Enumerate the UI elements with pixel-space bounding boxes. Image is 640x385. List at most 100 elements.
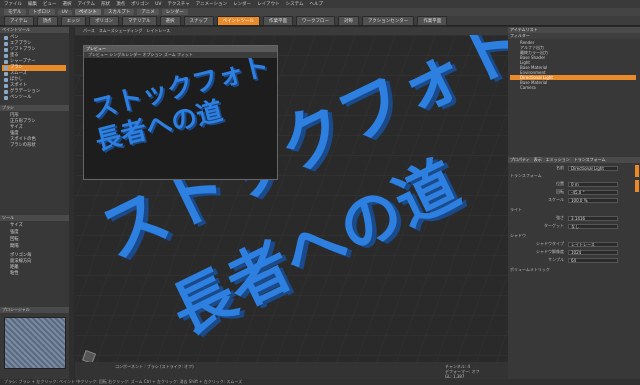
rotation-field[interactable]: -45.0 ° xyxy=(568,189,618,195)
prop-row: 名前 Directional Light xyxy=(510,165,636,171)
toolbar-button[interactable]: ワークフロー xyxy=(296,15,336,26)
viewport-mode[interactable]: レイトレース xyxy=(146,28,170,34)
tab-uv[interactable]: UV xyxy=(57,9,72,15)
vertical-tab-strip xyxy=(69,27,74,379)
menu-item[interactable]: ビュー xyxy=(43,1,57,7)
toolbar-button-active[interactable]: ペイントツール xyxy=(216,15,261,26)
preset-header[interactable]: プロシージャル xyxy=(0,307,69,313)
brush-icon xyxy=(4,78,8,82)
toolbar-button[interactable]: アクションセンター xyxy=(362,15,415,26)
tab-animate[interactable]: アニメ xyxy=(137,9,159,15)
menu-item[interactable]: ポリゴン xyxy=(131,1,149,7)
layout-tabs: モデル トポロジ UV ペイント スカルプト アニメ レンダー xyxy=(0,8,640,16)
menu-item[interactable]: テクスチャ xyxy=(167,1,189,7)
section-label: ボリュームメトリック xyxy=(510,267,550,272)
toolbar-button[interactable]: スナップ xyxy=(183,15,214,26)
menu-item[interactable]: 形状 xyxy=(101,1,110,7)
brush-icon xyxy=(4,36,8,40)
tab-display[interactable]: 表示 xyxy=(534,157,542,163)
help-bar: ブラシ: ブラシ + 左クリック: ペイント 中クリック: 回転 右クリック: … xyxy=(0,379,640,385)
prop-row: 回転 -45.0 ° xyxy=(510,189,636,195)
menu-item[interactable]: レイアウト xyxy=(257,1,280,7)
left-panel-tab[interactable]: ペイントツール xyxy=(0,27,69,33)
tool-item[interactable]: ペンツール xyxy=(2,95,66,101)
menu-item[interactable]: UV xyxy=(155,2,161,7)
side-tab[interactable] xyxy=(635,180,639,192)
checkbox[interactable]: 粘性 xyxy=(2,271,66,277)
prop-row: シャドウ解像度 1024 xyxy=(510,249,636,255)
tab-model[interactable]: モデル xyxy=(4,9,26,15)
brush-icon xyxy=(4,48,8,52)
section-label: シャドウ xyxy=(510,233,526,238)
target-field[interactable]: なし xyxy=(568,223,618,229)
left-toolbox: ペイントツール ペン エアブラシ ソフトブラシ 塗る シャープナー ブラシ スム… xyxy=(0,27,69,379)
menu-item[interactable]: ファイル xyxy=(4,1,22,7)
side-tab[interactable] xyxy=(635,165,639,177)
menu-item[interactable]: システム xyxy=(286,1,304,7)
prop-label: 間隔 xyxy=(10,244,19,249)
right-panel: アイテムリスト フィルター Render アルファ出力 最終カラー出力 Base… xyxy=(508,27,640,379)
brush-icon xyxy=(4,72,8,76)
menu-item[interactable]: 選択 xyxy=(63,1,72,7)
menu-bar: ファイル 編集 ビュー 選択 アイテム 形状 頂点 ポリゴン UV テクスチャ … xyxy=(0,0,640,8)
section-label: トランスフォーム xyxy=(510,173,542,178)
toolbar-button[interactable]: エッジ xyxy=(60,15,87,26)
toolbar-button[interactable]: 頂点 xyxy=(36,15,58,26)
viewport-mode[interactable]: パース xyxy=(83,28,95,34)
viewport-header: パース スムーズシェーディング レイトレース xyxy=(75,27,508,35)
menu-item[interactable]: アイテム xyxy=(78,1,96,7)
prop-label: 強度 xyxy=(10,230,19,235)
intensity-field[interactable]: 3.1416 xyxy=(568,215,618,221)
prop-row: 強さ 3.1416 xyxy=(510,215,636,221)
brush-icon xyxy=(4,42,8,46)
position-field[interactable]: 0 m xyxy=(568,181,618,187)
section-header[interactable]: ツール xyxy=(0,215,69,221)
tab-render[interactable]: レンダー xyxy=(161,9,188,15)
samples-field[interactable]: 64 xyxy=(568,257,618,263)
toolbar: アイテム 頂点 エッジ ポリゴン マテリアル 選択 スナップ ペイントツール 作… xyxy=(0,15,640,26)
brush-icon xyxy=(4,84,8,88)
toolbar-button[interactable]: 作業平面 xyxy=(417,15,448,26)
toolbar-button[interactable]: アイテム xyxy=(4,15,34,26)
preview-render: ストックフォト ストックフォト 長者への道 長者への道 xyxy=(84,58,277,177)
menu-item[interactable]: ヘルプ xyxy=(309,1,323,7)
item-row[interactable]: Camera xyxy=(510,85,636,90)
menu-item[interactable]: 編集 xyxy=(28,1,37,7)
prop-row: スケール 100.0 % xyxy=(510,197,636,203)
preview-window[interactable]: プレビュー プレビュー シングルレンダー オプション ズーム フィット ストック… xyxy=(83,45,278,180)
menu-item[interactable]: レンダー xyxy=(233,1,251,7)
brush-preview-swatch[interactable] xyxy=(4,317,66,369)
brush-item[interactable]: ブラシの形状 xyxy=(2,143,66,149)
tab-sculpt[interactable]: スカルプト xyxy=(103,9,135,15)
prop-row: サンプル 64 xyxy=(510,257,636,263)
tab-transform[interactable]: トランスフォーム xyxy=(574,157,606,163)
prop-label: サイズ xyxy=(10,223,23,228)
tab-paint[interactable]: ペイント xyxy=(74,9,101,15)
section-header[interactable]: ブラシ xyxy=(0,105,69,111)
shadow-type-field[interactable]: レイトレース xyxy=(568,241,618,247)
properties-tabs: プロパティ 表示 エミッション トランスフォーム xyxy=(508,157,640,163)
menu-item[interactable]: アニメーション xyxy=(196,1,227,7)
prop-row: 位置 0 m xyxy=(510,181,636,187)
filter-row[interactable]: フィルター xyxy=(508,33,640,39)
brush-icon xyxy=(4,96,8,100)
toolbar-button[interactable]: 対称 xyxy=(338,15,360,26)
name-field[interactable]: Directional Light xyxy=(568,165,618,171)
toolbar-button[interactable]: ポリゴン xyxy=(89,15,120,26)
toolbar-button[interactable]: 作業平面 xyxy=(263,15,294,26)
viewport-mode[interactable]: スムーズシェーディング xyxy=(99,28,143,34)
brush-icon xyxy=(4,54,8,58)
tab-emission[interactable]: エミッション xyxy=(546,157,570,163)
shadow-res-field[interactable]: 1024 xyxy=(568,249,618,255)
brush-icon xyxy=(4,90,8,94)
prop-label: 回転 xyxy=(10,237,19,242)
tab-properties[interactable]: プロパティ xyxy=(510,157,530,163)
menu-item[interactable]: 頂点 xyxy=(116,1,125,7)
prop-row: シャドウタイプ レイトレース xyxy=(510,241,636,247)
brush-icon xyxy=(4,66,8,70)
scale-field[interactable]: 100.0 % xyxy=(568,197,618,203)
tab-topology[interactable]: トポロジ xyxy=(28,9,55,15)
toolbar-button[interactable]: 選択 xyxy=(159,15,181,26)
toolbar-button[interactable]: マテリアル xyxy=(122,15,157,26)
status-left: コンポーネント : ブラシ (ストライク: オフ) xyxy=(115,364,194,369)
